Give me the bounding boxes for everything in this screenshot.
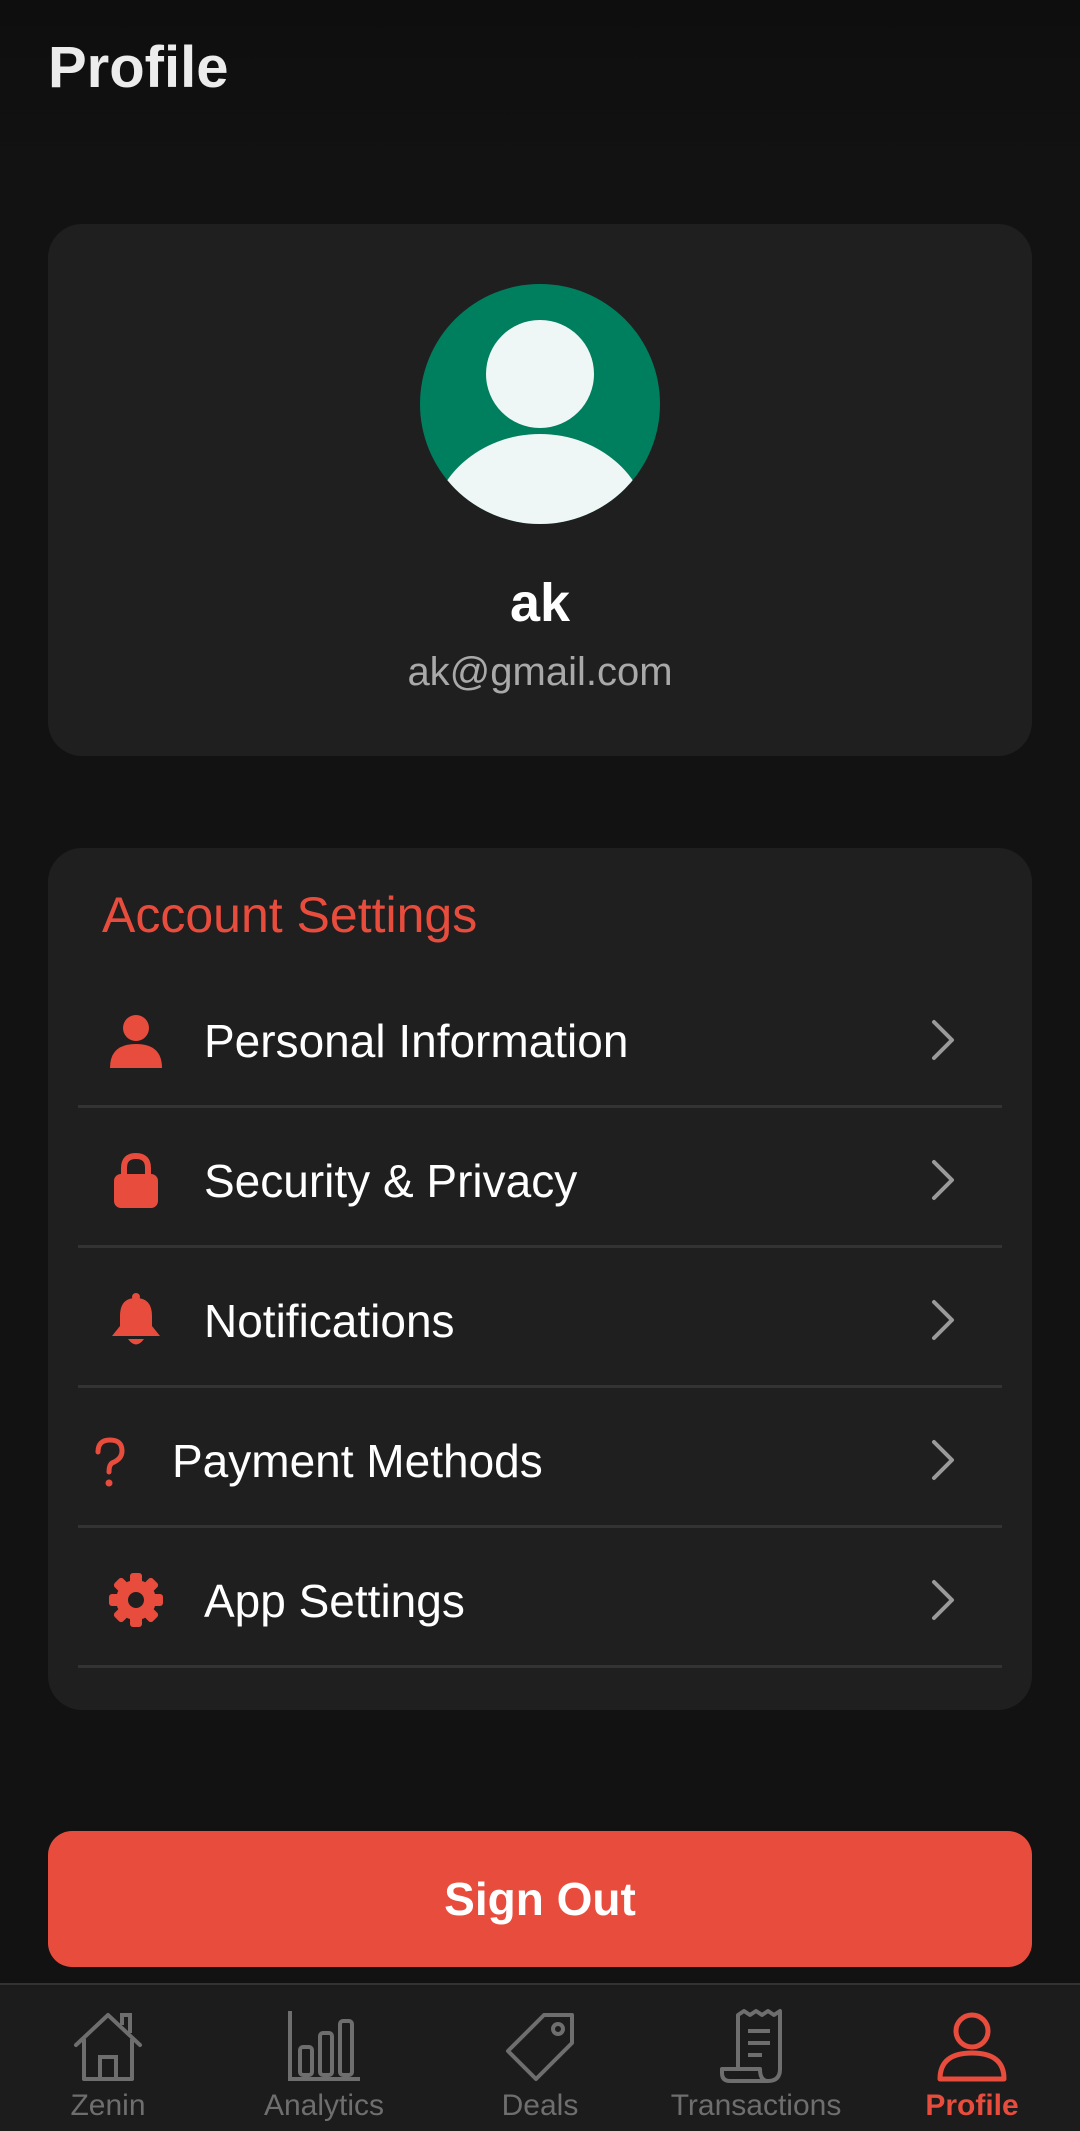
settings-item-app-settings[interactable]: App Settings (78, 1528, 1002, 1668)
settings-item-security-privacy[interactable]: Security & Privacy (78, 1108, 1002, 1248)
nav-item-profile[interactable]: Profile (864, 1985, 1080, 2131)
page-title: Profile (48, 35, 229, 100)
settings-item-label: Personal Information (204, 1015, 629, 1067)
bottom-nav: Zenin Analytics Deals Transactions Profi… (0, 1983, 1080, 2131)
nav-label: Deals (501, 2089, 579, 2122)
sign-out-button[interactable]: Sign Out (48, 1831, 1032, 1967)
account-settings-card: Account Settings Personal Information Se… (48, 848, 1032, 1710)
tag-icon (506, 2013, 574, 2081)
user-email: ak@gmail.com (407, 650, 673, 694)
nav-label: Transactions (670, 2089, 842, 2122)
settings-item-notifications[interactable]: Notifications (78, 1248, 1002, 1388)
bell-icon (108, 1292, 164, 1348)
settings-item-label: Notifications (204, 1295, 455, 1347)
avatar[interactable] (420, 284, 660, 524)
receipt-icon (720, 2009, 782, 2083)
settings-item-payment-methods[interactable]: Payment Methods (78, 1388, 1002, 1528)
person-outline-icon (937, 2012, 1007, 2082)
settings-item-label: App Settings (204, 1575, 465, 1627)
settings-item-personal-information[interactable]: Personal Information (78, 968, 1002, 1108)
nav-label: Zenin (70, 2089, 146, 2122)
chevron-right-icon (932, 1300, 954, 1340)
header: Profile (0, 0, 1080, 170)
default-user-avatar-icon (420, 284, 660, 524)
profile-screen: Profile ak ak@gmail.com Account Settings (0, 0, 1080, 2131)
section-title: Account Settings (102, 887, 478, 943)
nav-item-analytics[interactable]: Analytics (216, 1985, 432, 2131)
chevron-right-icon (932, 1020, 954, 1060)
lock-icon (108, 1152, 164, 1208)
user-name: ak (509, 573, 571, 633)
question-mark-icon (92, 1432, 128, 1488)
chevron-right-icon (932, 1160, 954, 1200)
nav-label: Analytics (263, 2089, 385, 2122)
chevron-right-icon (932, 1440, 954, 1480)
profile-card: ak ak@gmail.com (48, 224, 1032, 756)
settings-list: Personal Information Security & Privacy (78, 968, 1002, 1668)
nav-item-zenin[interactable]: Zenin (0, 1985, 216, 2131)
bar-chart-icon (288, 2011, 360, 2081)
home-icon (74, 2013, 142, 2081)
nav-item-transactions[interactable]: Transactions (648, 1985, 864, 2131)
nav-item-deals[interactable]: Deals (432, 1985, 648, 2131)
nav-label: Profile (925, 2089, 1019, 2122)
settings-item-label: Payment Methods (172, 1435, 543, 1487)
person-icon (108, 1012, 164, 1068)
gear-icon (108, 1572, 164, 1628)
chevron-right-icon (932, 1580, 954, 1620)
settings-item-label: Security & Privacy (204, 1155, 578, 1207)
